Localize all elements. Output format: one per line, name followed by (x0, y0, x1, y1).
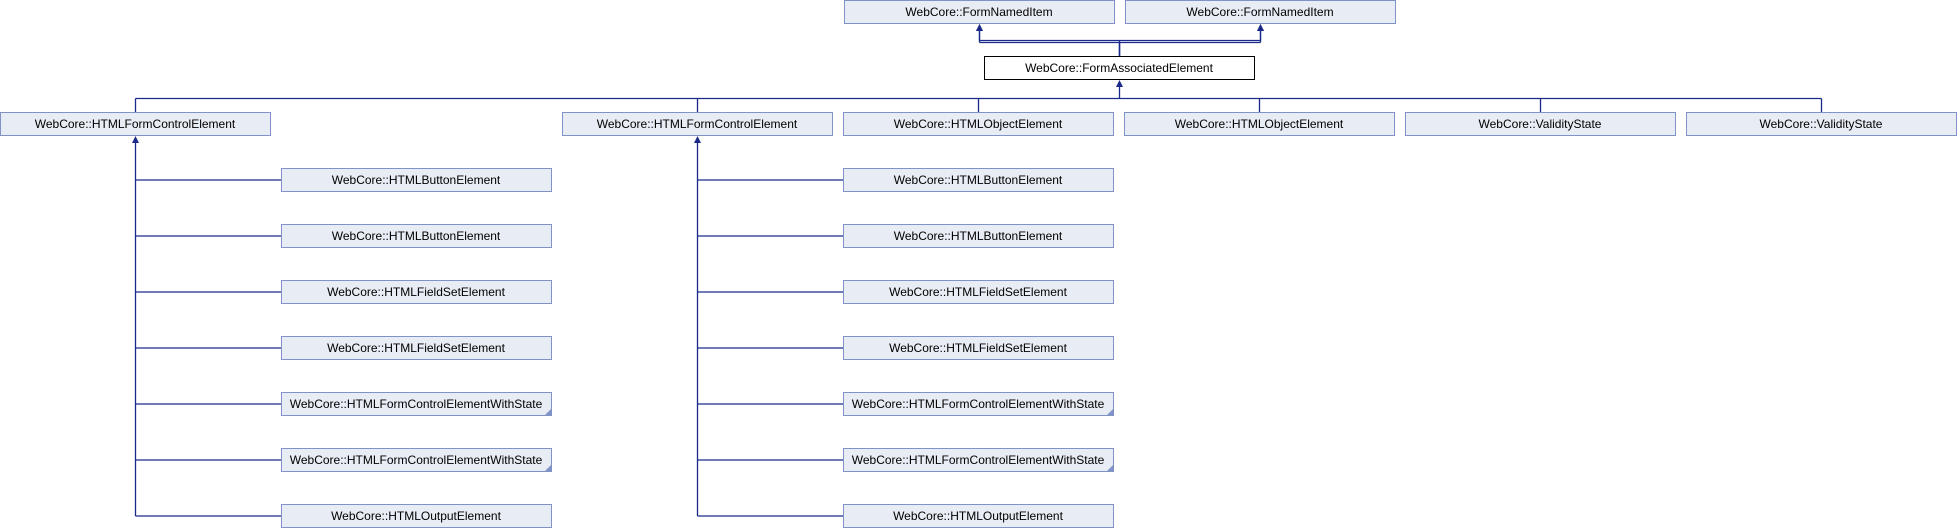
class-label: WebCore::HTMLFieldSetElement (889, 341, 1068, 355)
class-label: WebCore::HTMLFormControlElementWithState (290, 397, 543, 411)
class-label: WebCore::HTMLButtonElement (894, 229, 1063, 243)
class-node-webcore-htmlformcontrolelement[interactable]: WebCore::HTMLFormControlElement (0, 112, 271, 136)
inheritance-edges (132, 24, 1823, 517)
inheritance-arrow-icon (132, 136, 139, 143)
class-node-webcore-formnameditem[interactable]: WebCore::FormNamedItem (844, 0, 1115, 24)
class-label: WebCore::HTMLObjectElement (1175, 117, 1344, 131)
class-label: WebCore::HTMLButtonElement (332, 229, 501, 243)
class-node-webcore-validitystate[interactable]: WebCore::ValidityState (1686, 112, 1957, 136)
class-node-webcore-htmlformcontrolelementwithstate[interactable]: WebCore::HTMLFormControlElementWithState (843, 448, 1114, 472)
class-node-webcore-htmlbuttonelement[interactable]: WebCore::HTMLButtonElement (281, 168, 552, 192)
class-node-webcore-formassociatedelement[interactable]: WebCore::FormAssociatedElement (984, 56, 1255, 80)
class-node-webcore-htmlfieldsetelement[interactable]: WebCore::HTMLFieldSetElement (281, 280, 552, 304)
class-node-webcore-htmlfieldsetelement[interactable]: WebCore::HTMLFieldSetElement (281, 336, 552, 360)
class-label: WebCore::HTMLFieldSetElement (327, 341, 506, 355)
class-label: WebCore::ValidityState (1479, 117, 1602, 131)
class-node-webcore-validitystate[interactable]: WebCore::ValidityState (1405, 112, 1676, 136)
class-label: WebCore::ValidityState (1760, 117, 1883, 131)
class-label: WebCore::FormNamedItem (1186, 5, 1333, 19)
inheritance-arrow-icon (1116, 80, 1123, 87)
class-label: WebCore::FormAssociatedElement (1025, 61, 1214, 75)
class-node-webcore-htmlfieldsetelement[interactable]: WebCore::HTMLFieldSetElement (843, 336, 1114, 360)
class-node-webcore-htmlbuttonelement[interactable]: WebCore::HTMLButtonElement (281, 224, 552, 248)
inheritance-arrow-icon (694, 136, 701, 143)
class-label: WebCore::HTMLButtonElement (894, 173, 1063, 187)
class-node-webcore-formnameditem[interactable]: WebCore::FormNamedItem (1125, 0, 1396, 24)
inheritance-arrow-icon (976, 24, 983, 31)
class-label: WebCore::HTMLOutputElement (893, 509, 1064, 523)
class-node-webcore-htmlformcontrolelementwithstate[interactable]: WebCore::HTMLFormControlElementWithState (843, 392, 1114, 416)
class-node-webcore-htmlbuttonelement[interactable]: WebCore::HTMLButtonElement (843, 224, 1114, 248)
class-label: WebCore::HTMLFieldSetElement (327, 285, 506, 299)
class-node-webcore-htmlobjectelement[interactable]: WebCore::HTMLObjectElement (1124, 112, 1395, 136)
class-node-webcore-htmlobjectelement[interactable]: WebCore::HTMLObjectElement (843, 112, 1114, 136)
class-nodes: WebCore::FormNamedItem WebCore::FormNamed… (0, 0, 1957, 528)
class-inheritance-diagram: WebCore::FormNamedItem WebCore::FormNamed… (0, 0, 1957, 528)
class-node-webcore-htmloutputelement[interactable]: WebCore::HTMLOutputElement (281, 504, 552, 528)
class-node-webcore-htmlformcontrolelementwithstate[interactable]: WebCore::HTMLFormControlElementWithState (281, 448, 552, 472)
class-node-webcore-htmlfieldsetelement[interactable]: WebCore::HTMLFieldSetElement (843, 280, 1114, 304)
class-node-webcore-htmlbuttonelement[interactable]: WebCore::HTMLButtonElement (843, 168, 1114, 192)
class-label: WebCore::HTMLFormControlElementWithState (852, 397, 1105, 411)
class-label: WebCore::HTMLFormControlElementWithState (290, 453, 543, 467)
class-node-webcore-htmloutputelement[interactable]: WebCore::HTMLOutputElement (843, 504, 1114, 528)
class-label: WebCore::HTMLFormControlElement (35, 117, 236, 131)
class-label: WebCore::HTMLFormControlElement (597, 117, 798, 131)
class-node-webcore-htmlformcontrolelement[interactable]: WebCore::HTMLFormControlElement (562, 112, 833, 136)
class-label: WebCore::FormNamedItem (905, 5, 1052, 19)
class-label: WebCore::HTMLButtonElement (332, 173, 501, 187)
class-label: WebCore::HTMLObjectElement (894, 117, 1063, 131)
class-node-webcore-htmlformcontrolelementwithstate[interactable]: WebCore::HTMLFormControlElementWithState (281, 392, 552, 416)
inheritance-arrow-icon (1257, 24, 1264, 31)
class-label: WebCore::HTMLFormControlElementWithState (852, 453, 1105, 467)
class-label: WebCore::HTMLFieldSetElement (889, 285, 1068, 299)
class-label: WebCore::HTMLOutputElement (331, 509, 502, 523)
